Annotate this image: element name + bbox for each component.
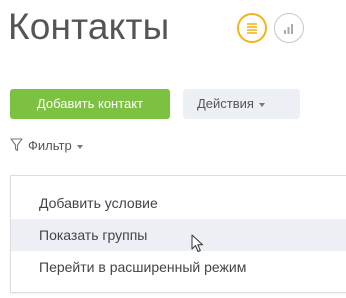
- add-contact-button[interactable]: Добавить контакт: [10, 89, 170, 119]
- menu-item-add-condition[interactable]: Добавить условие: [11, 187, 346, 219]
- filter-dropdown[interactable]: Фильтр: [10, 137, 83, 155]
- mouse-cursor-icon: [191, 234, 203, 252]
- chevron-down-icon: [76, 144, 83, 149]
- menu-item-advanced-mode[interactable]: Перейти в расширенный режим: [11, 251, 346, 283]
- filter-icon: [10, 138, 23, 152]
- chevron-down-icon: [258, 102, 265, 107]
- list-icon: [247, 23, 257, 34]
- actions-label: Действия: [197, 96, 254, 111]
- page-title: Контакты: [8, 6, 170, 47]
- list-view-button[interactable]: [237, 13, 267, 43]
- filter-label: Фильтр: [28, 138, 72, 153]
- actions-dropdown-button[interactable]: Действия: [183, 89, 300, 119]
- menu-item-show-groups[interactable]: Показать группы: [11, 219, 346, 251]
- bar-chart-icon: [284, 24, 293, 34]
- chart-view-button[interactable]: [274, 13, 304, 43]
- filter-menu: Добавить условие Показать группы Перейти…: [10, 175, 346, 293]
